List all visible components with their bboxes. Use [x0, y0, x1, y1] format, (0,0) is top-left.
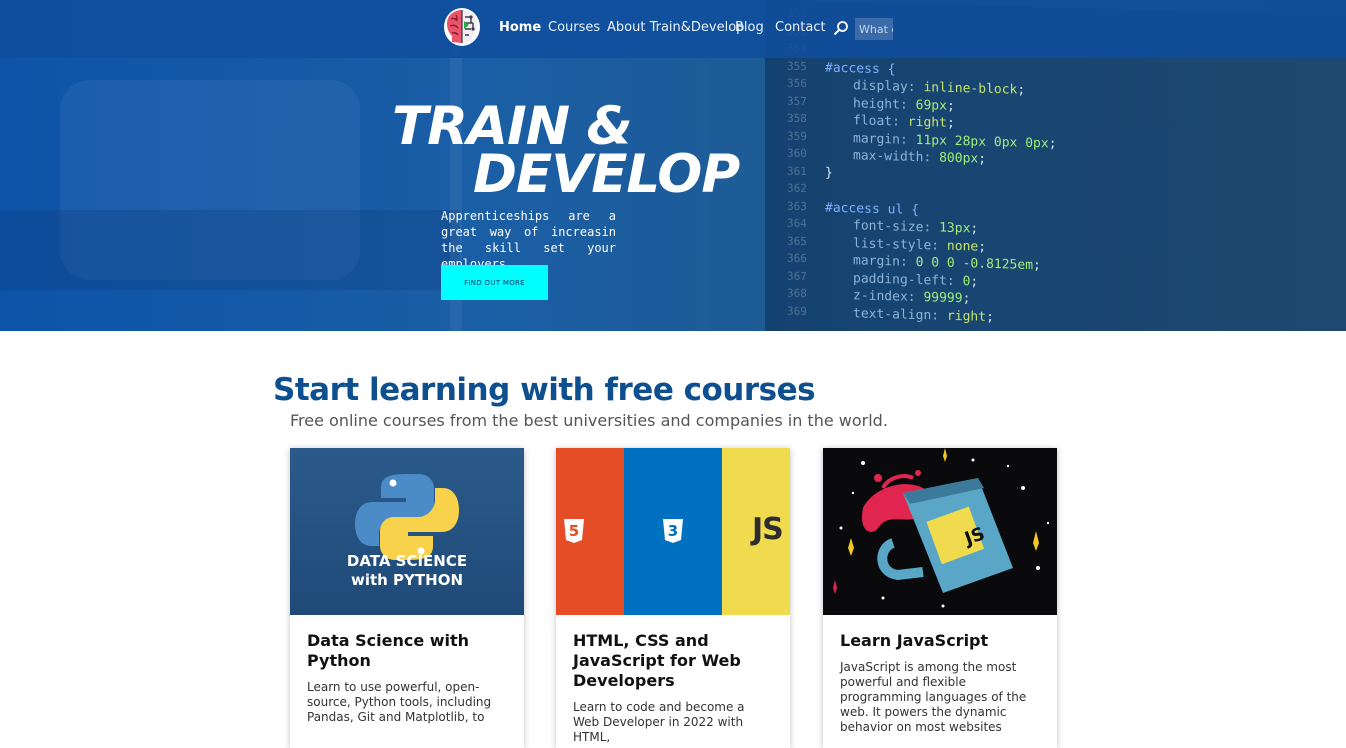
code-text: display: inline-block; — [853, 78, 1026, 98]
code-line-number: 364 — [787, 216, 807, 231]
code-text: text-align: right; — [853, 305, 994, 325]
code-text: margin: 0 0 0 -0.8125em; — [853, 253, 1041, 274]
image-caption-line1: DATA SCIENCE — [346, 552, 468, 570]
search-icon[interactable] — [833, 20, 849, 36]
course-card-web[interactable]: 5 3 JS HTML, CSS and JavaScript for Web … — [556, 448, 790, 748]
code-text: #access ul { — [825, 200, 919, 218]
course-image-python: DATA SCIENCE with PYTHON — [290, 448, 524, 615]
top-navbar: Home Courses About Train&Develop Blog Co… — [0, 0, 1346, 58]
code-line-number: 362 — [787, 181, 807, 196]
code-line-number: 369 — [787, 304, 807, 318]
code-line-number: 360 — [787, 146, 807, 161]
code-text: float: right; — [853, 113, 955, 131]
code-text: height: 69px; — [853, 95, 955, 114]
course-card-javascript[interactable]: JS Learn JavaScript JavaScript is among … — [823, 448, 1057, 748]
code-text: } — [825, 165, 833, 181]
js-panel: JS — [722, 448, 790, 615]
code-line-number: 368 — [787, 286, 807, 301]
section-title: Start learning with free courses — [273, 372, 816, 408]
code-line-number: 358 — [787, 111, 807, 126]
code-line-number: 367 — [787, 269, 807, 283]
nav-courses[interactable]: Courses — [548, 20, 600, 35]
nav-home[interactable]: Home — [499, 20, 541, 35]
code-line-number: 361 — [787, 164, 807, 178]
hero-subtitle: Apprenticeships are a great way of incre… — [441, 209, 616, 271]
hero-banner: 351353354355#access {356display: inline-… — [0, 0, 1346, 331]
js-label: JS — [752, 512, 784, 547]
hero-background-shape — [0, 210, 460, 290]
html-panel: 5 — [556, 448, 624, 615]
course-description: Learn to use powerful, open-source, Pyth… — [307, 680, 492, 724]
course-description: Learn to code and become a Web Developer… — [573, 700, 745, 744]
python-logo-icon — [355, 474, 459, 560]
nav-blog[interactable]: Blog — [735, 20, 764, 35]
nav-contact[interactable]: Contact — [775, 20, 826, 35]
course-title[interactable]: HTML, CSS and JavaScript for Web Develop… — [573, 631, 773, 691]
image-caption-line2: with PYTHON — [350, 571, 464, 589]
code-text: max-width: 800px; — [853, 148, 987, 167]
hero-title-line2: DEVELOP — [473, 144, 740, 205]
course-image-web: 5 3 JS — [556, 448, 790, 615]
css3-label: 3 — [667, 522, 679, 540]
code-text: font-size: 13px; — [853, 218, 979, 237]
code-line-number: 363 — [787, 199, 807, 213]
course-card-python[interactable]: DATA SCIENCE with PYTHON Data Science wi… — [290, 448, 524, 748]
code-line-number: 356 — [787, 76, 807, 91]
brain-logo-icon[interactable] — [443, 7, 481, 47]
html5-label: 5 — [568, 522, 580, 540]
code-line-number: 357 — [787, 94, 807, 108]
css-panel: 3 — [624, 448, 722, 615]
code-text: z-index: 99999; — [853, 288, 971, 307]
search-input[interactable] — [855, 18, 893, 40]
code-line-number: 365 — [787, 234, 807, 248]
course-description: JavaScript is among the most powerful an… — [840, 660, 1027, 734]
section-subtitle: Free online courses from the best univer… — [290, 411, 888, 430]
course-title[interactable]: Learn JavaScript — [840, 631, 1040, 651]
course-title[interactable]: Data Science with Python — [307, 631, 507, 671]
course-image-javascript: JS — [823, 448, 1057, 615]
code-text: list-style: none; — [853, 235, 987, 255]
code-line-number: 366 — [787, 251, 807, 266]
code-text: #access { — [825, 60, 896, 77]
code-line-number: 355 — [787, 59, 807, 73]
code-text: margin: 11px 28px 0px 0px; — [853, 130, 1057, 152]
find-out-more-button[interactable]: FIND OUT MORE — [441, 265, 548, 300]
code-text: padding-left: 0; — [853, 270, 979, 290]
code-line-number: 359 — [787, 129, 807, 143]
js-mug-illustration-icon — [833, 448, 1050, 608]
nav-about[interactable]: About Train&Develop — [607, 20, 744, 35]
